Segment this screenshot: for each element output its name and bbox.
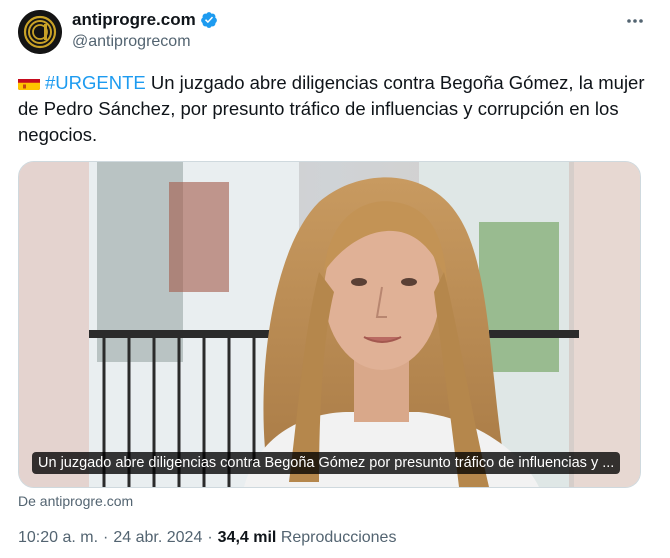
tweet-date[interactable]: 24 abr. 2024 — [113, 529, 202, 546]
author-name-row[interactable]: antiprogre.com — [72, 10, 218, 30]
tweet-text: #URGENTE Un juzgado abre diligencias con… — [18, 70, 648, 148]
video-caption: Un juzgado abre diligencias contra Begoñ… — [32, 452, 621, 474]
tweet-time[interactable]: 10:20 a. m. — [18, 529, 98, 546]
views-label: Reproducciones — [280, 529, 397, 546]
source-link[interactable]: De antiprogre.com — [18, 493, 133, 509]
avatar-logo-icon — [18, 10, 62, 54]
media-card[interactable]: Un juzgado abre diligencias contra Begoñ… — [18, 161, 641, 488]
views-count: 34,4 mil — [217, 529, 277, 546]
hashtag-link[interactable]: #URGENTE — [45, 72, 146, 93]
author-display-name[interactable]: antiprogre.com — [72, 10, 196, 30]
more-options-button[interactable] — [622, 8, 648, 34]
tweet-meta: 10:20 a. m. · 24 abr. 2024 · 34,4 mil Reprod… — [18, 529, 396, 547]
spain-flag-icon — [18, 75, 40, 90]
more-options-icon — [627, 19, 643, 23]
verified-badge-icon — [200, 11, 218, 29]
avatar[interactable] — [18, 10, 62, 54]
video-thumbnail — [19, 162, 640, 487]
author-handle[interactable]: @antiprogrecom — [72, 33, 191, 51]
separator: · — [103, 529, 109, 546]
separator: · — [207, 529, 213, 546]
